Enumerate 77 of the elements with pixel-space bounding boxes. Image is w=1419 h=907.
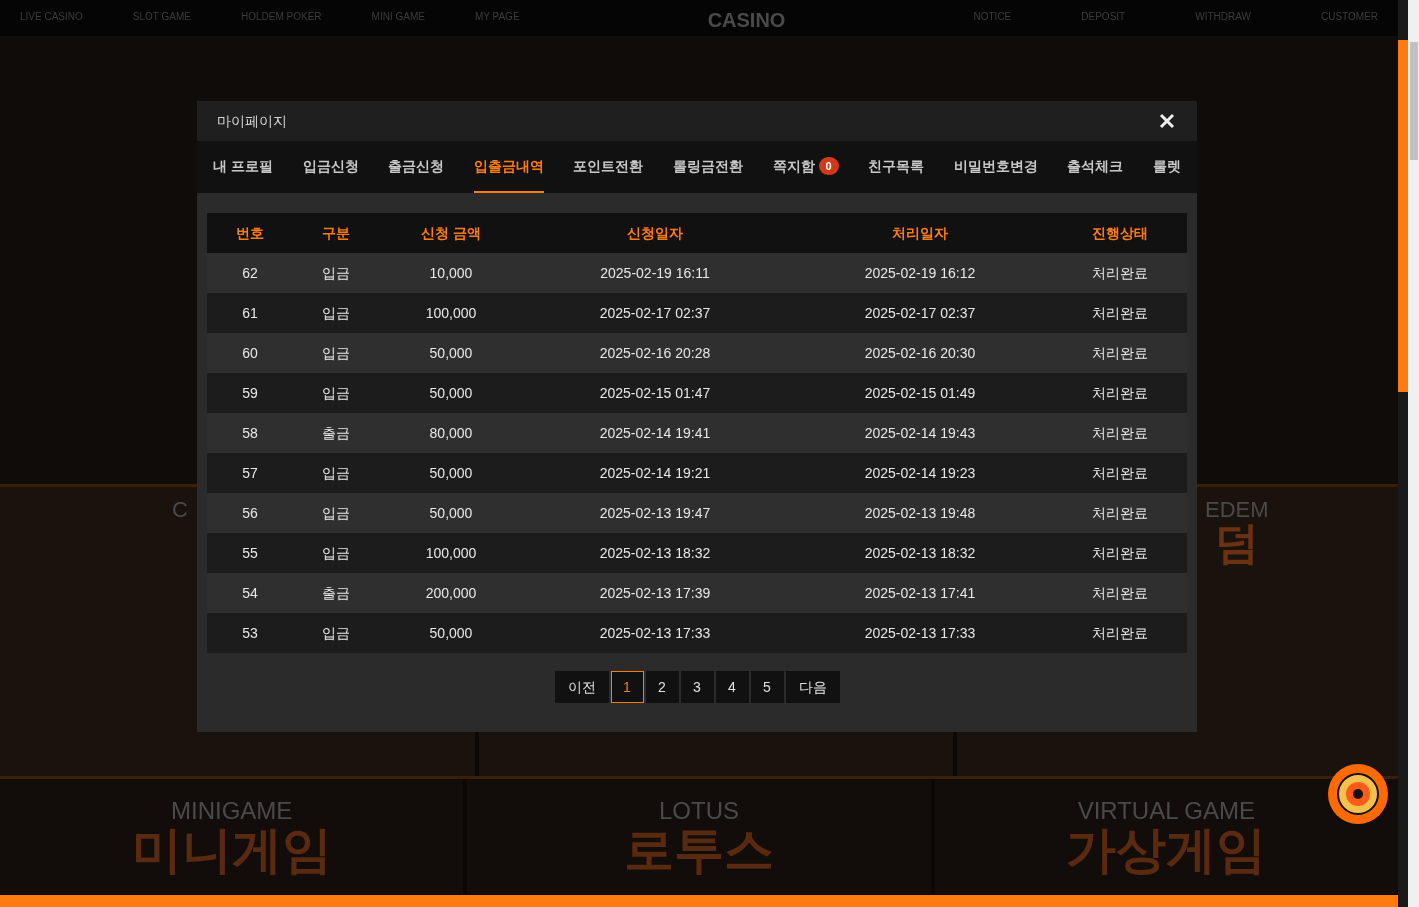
table-cell-text: 처리완료 [1091,263,1149,283]
table-cell-text: 처리완료 [1091,463,1149,483]
card-title: VIRTUAL GAME [1077,799,1255,823]
table-cell-text: 2025-02-13 17:41 [863,583,977,603]
table-cell-text: 50,000 [428,383,474,403]
card-korean-title: 덤 [1215,521,1259,565]
table-cell-text: 2025-02-13 19:47 [598,503,712,523]
table-cell-text: 처리완료 [1091,543,1149,563]
card-title: LOTUS [659,799,739,823]
count-badge: 0 [818,157,839,175]
table-cell-text: 처리완료 [1091,343,1149,363]
card-korean-title: 로투스 [624,825,774,875]
table-cell-text: 2025-02-13 18:32 [598,543,712,563]
table-cell-text: 50,000 [428,623,474,643]
table-cell-text: 2025-02-19 16:12 [863,263,977,283]
table-cell-text: 입금 [321,263,351,283]
table-cell-text: 처리완료 [1091,623,1149,643]
table-cell-text: 처리완료 [1091,423,1149,443]
table-cell-text: 2025-02-13 17:33 [863,623,977,643]
card-title: EDEM [1205,499,1269,521]
column-header: 구분 [321,223,351,243]
table-cell-text: 2025-02-17 02:37 [863,303,977,323]
table-cell-text: 59 [241,383,259,403]
table-cell-text: 50,000 [428,343,474,363]
table-cell-text: 2025-02-16 20:30 [863,343,977,363]
table-cell-text: 2025-02-15 01:47 [598,383,712,403]
table-cell-text: 출금 [321,423,351,443]
column-header: 진행상태 [1091,223,1149,243]
table-cell-text: 54 [241,583,259,603]
table-cell-text: 58 [241,423,259,443]
table-cell-text: 2025-02-13 17:33 [598,623,712,643]
modal-title: 마이페이지 [217,111,287,131]
table-cell-text: 2025-02-16 20:28 [598,343,712,363]
table-cell-text: 처리완료 [1091,383,1149,403]
column-header: 신청 금액 [420,223,482,243]
table-cell-text: 2025-02-14 19:43 [863,423,977,443]
table-cell-text: 2025-02-17 02:37 [598,303,712,323]
table-cell-text: 입금 [321,463,351,483]
card-title: C [172,499,188,521]
table-cell-text: 출금 [321,583,351,603]
table-cell-text: 입금 [321,623,351,643]
column-header: 번호 [235,223,265,243]
card-korean-title: 가상게임 [1066,825,1267,875]
table-cell-text: 57 [241,463,259,483]
table-cell-text: 50,000 [428,503,474,523]
table-cell-text: 10,000 [428,263,474,283]
table-cell-text: 2025-02-14 19:41 [598,423,712,443]
table-cell-text: 2025-02-19 16:11 [599,263,711,283]
table-cell-text: 입금 [321,343,351,363]
table-cell-text: 2025-02-13 18:32 [863,543,977,563]
table-cell-text: 처리완료 [1091,503,1149,523]
table-cell-text: 입금 [321,383,351,403]
table-cell-text: 50,000 [428,463,474,483]
table-cell-text: 입금 [321,303,351,323]
column-header: 처리일자 [891,223,949,243]
table-cell-text: 2025-02-14 19:23 [863,463,977,483]
column-header: 신청일자 [626,223,684,243]
table-cell-text: 62 [241,263,259,283]
table-cell-text: 53 [241,623,259,643]
table-cell-text: 2025-02-13 19:48 [863,503,977,523]
table-cell-text: 55 [241,543,259,563]
table-cell-text: 80,000 [428,423,474,443]
table-cell-text: 처리완료 [1091,303,1149,323]
table-cell-text: 60 [241,343,259,363]
table-cell-text: 처리완료 [1091,583,1149,603]
table-cell-text: 61 [241,303,259,323]
card-title: MINIGAME [171,799,293,823]
table-cell-text: 입금 [321,503,351,523]
table-cell-text: 200,000 [424,583,478,603]
table-cell-text: 입금 [321,543,351,563]
table-cell-text: 2025-02-13 17:39 [598,583,712,603]
table-cell-text: 2025-02-15 01:49 [863,383,977,403]
table-cell-text: 100,000 [424,303,478,323]
table-cell-text: 2025-02-14 19:21 [598,463,712,483]
table-cell-text: 100,000 [424,543,478,563]
table-cell-text: 56 [241,503,259,523]
card-korean-title: 미니게임 [131,825,332,875]
